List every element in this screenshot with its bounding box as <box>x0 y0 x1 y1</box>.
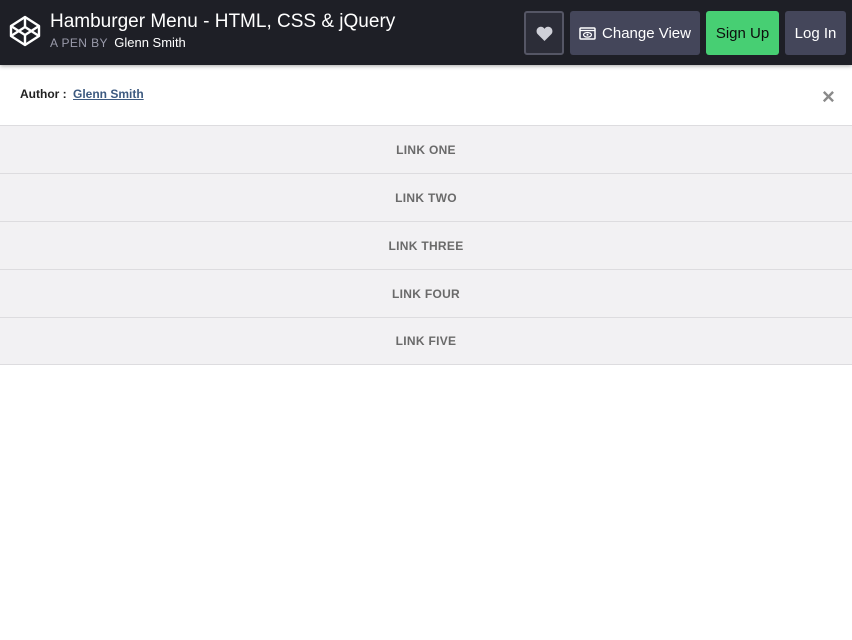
pen-author-link[interactable]: Glenn Smith <box>114 35 186 50</box>
author-line: Author : Glenn Smith <box>20 87 144 101</box>
top-bar: Hamburger Menu - HTML, CSS & jQuery A PE… <box>0 0 852 65</box>
menu-link-one[interactable]: LINK ONE <box>0 125 852 173</box>
hamburger-menu: LINK ONE LINK TWO LINK THREE LINK FOUR L… <box>0 125 852 365</box>
heart-icon <box>536 26 552 41</box>
codepen-logo-icon[interactable] <box>9 15 41 47</box>
eye-window-icon <box>579 26 596 40</box>
author-link[interactable]: Glenn Smith <box>73 87 144 101</box>
pen-info: Hamburger Menu - HTML, CSS & jQuery A PE… <box>50 10 395 51</box>
menu-link-two[interactable]: LINK TWO <box>0 173 852 221</box>
menu-link-five[interactable]: LINK FIVE <box>0 317 852 365</box>
heart-button[interactable] <box>524 11 564 55</box>
menu-link-three[interactable]: LINK THREE <box>0 221 852 269</box>
pen-byline: A PEN BY Glenn Smith <box>50 35 395 51</box>
author-bar: Author : Glenn Smith × <box>0 65 852 126</box>
sign-up-button[interactable]: Sign Up <box>706 11 779 55</box>
change-view-label: Change View <box>602 24 691 42</box>
author-label: Author : <box>20 87 67 101</box>
menu-link-four[interactable]: LINK FOUR <box>0 269 852 317</box>
log-in-button[interactable]: Log In <box>785 11 846 55</box>
change-view-button[interactable]: Change View <box>570 11 700 55</box>
pen-title: Hamburger Menu - HTML, CSS & jQuery <box>50 11 396 32</box>
pen-by-label: A PEN BY <box>50 36 108 50</box>
close-icon[interactable]: × <box>822 86 835 108</box>
